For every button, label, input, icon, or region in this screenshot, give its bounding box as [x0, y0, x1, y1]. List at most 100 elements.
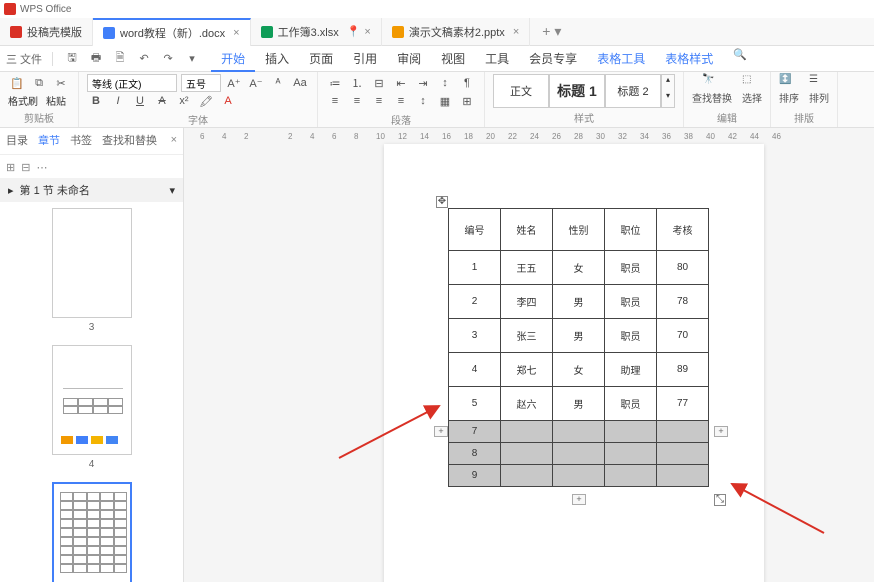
file-menu[interactable]: 三 文件	[6, 50, 42, 68]
cut-icon[interactable]: ✂	[52, 74, 70, 92]
table-cell[interactable]: 80	[657, 251, 709, 285]
table-cell[interactable]	[657, 421, 709, 443]
justify-icon[interactable]: ≡	[392, 92, 410, 110]
nav-tab-section[interactable]: 章节	[38, 132, 60, 148]
table-cell[interactable]: 77	[657, 387, 709, 421]
style-up-icon[interactable]: ▴	[662, 75, 674, 91]
table-cell[interactable]	[605, 443, 657, 465]
indent-inc-icon[interactable]: ⇥	[414, 74, 432, 92]
new-tab-button[interactable]: + ▾	[530, 23, 573, 40]
table-cell[interactable]: 李四	[501, 285, 553, 319]
font-color-button[interactable]: A	[219, 92, 237, 110]
paste-button[interactable]: 粘贴	[46, 93, 66, 108]
sort-icon[interactable]: ↕	[436, 74, 454, 92]
insert-bottom-button[interactable]: +	[572, 494, 586, 505]
document-page[interactable]: ✥ 编号 姓名 性别 职位 考核 1王五女职员80 2李四男职员78 3张三男职…	[384, 144, 764, 582]
search-icon[interactable]: 🔍	[731, 46, 749, 64]
tab-word-doc[interactable]: word教程（新）.docx×	[93, 18, 251, 46]
insert-row-button[interactable]: +	[434, 426, 448, 437]
nav-more-icon[interactable]: ⋯	[36, 161, 47, 174]
sort-button[interactable]: ↕️排序	[779, 74, 799, 105]
borders-icon[interactable]: ⊞	[458, 92, 476, 110]
bold-button[interactable]: B	[87, 92, 105, 110]
table-cell[interactable]: 男	[553, 387, 605, 421]
menu-page[interactable]: 页面	[299, 46, 343, 72]
style-h2[interactable]: 标题 2	[605, 74, 661, 108]
table-cell[interactable]: 4	[449, 353, 501, 387]
symbol-icon[interactable]: ¶	[458, 74, 476, 92]
table-cell[interactable]: 89	[657, 353, 709, 387]
italic-button[interactable]: I	[109, 92, 127, 110]
underline-button[interactable]: U	[131, 92, 149, 110]
table-cell[interactable]: 职员	[605, 319, 657, 353]
close-icon[interactable]: ×	[364, 26, 370, 38]
header-cell[interactable]: 考核	[657, 209, 709, 251]
menu-table-style[interactable]: 表格样式	[655, 46, 723, 72]
page-thumb[interactable]: 3	[6, 208, 177, 333]
highlight-button[interactable]: 🖍	[197, 92, 215, 110]
table-cell[interactable]: 郑七	[501, 353, 553, 387]
table-cell[interactable]	[553, 421, 605, 443]
nav-tab-find[interactable]: 查找和替换	[102, 132, 157, 148]
table-cell[interactable]: 70	[657, 319, 709, 353]
line-spacing-icon[interactable]: ↕	[414, 92, 432, 110]
chevron-down-icon[interactable]: ▾	[183, 50, 201, 68]
table-cell[interactable]: 王五	[501, 251, 553, 285]
shading-icon[interactable]: ▦	[436, 92, 454, 110]
table-cell[interactable]: 女	[553, 353, 605, 387]
table-cell[interactable]: 助理	[605, 353, 657, 387]
find-replace-button[interactable]: 🔭查找替换	[692, 74, 732, 105]
strike-button[interactable]: A	[153, 92, 171, 110]
header-cell[interactable]: 姓名	[501, 209, 553, 251]
table-cell[interactable]	[605, 421, 657, 443]
indent-dec-icon[interactable]: ⇤	[392, 74, 410, 92]
nav-tab-toc[interactable]: 目录	[6, 132, 28, 148]
close-icon[interactable]: ×	[513, 26, 519, 38]
table-cell[interactable]: 3	[449, 319, 501, 353]
table-cell[interactable]: 2	[449, 285, 501, 319]
table-cell[interactable]	[553, 465, 605, 487]
change-case-icon[interactable]: Aa	[291, 74, 309, 92]
table-cell[interactable]: 男	[553, 285, 605, 319]
save-button[interactable]: 🖫	[63, 50, 81, 68]
print-button[interactable]: 🖶	[87, 50, 105, 68]
redo-button[interactable]: ↷	[159, 50, 177, 68]
tab-pptx[interactable]: 演示文稿素材2.pptx×	[382, 18, 530, 46]
superscript-button[interactable]: x²	[175, 92, 193, 110]
nav-del-icon[interactable]: ⊟	[21, 161, 30, 174]
preview-button[interactable]: 🗎	[111, 50, 129, 68]
header-cell[interactable]: 性别	[553, 209, 605, 251]
table-cell[interactable]: 职员	[605, 251, 657, 285]
clear-format-icon[interactable]: ᴬ	[269, 74, 287, 92]
table-cell[interactable]: 职员	[605, 285, 657, 319]
table-resize-handle[interactable]: ⤡	[714, 494, 726, 506]
nav-tab-bookmark[interactable]: 书签	[70, 132, 92, 148]
multilevel-icon[interactable]: ⊟	[370, 74, 388, 92]
decrease-font-icon[interactable]: A⁻	[247, 74, 265, 92]
page-thumb[interactable]: 5	[6, 482, 177, 582]
select-button[interactable]: ⬚选择	[742, 74, 762, 105]
table-cell[interactable]	[657, 443, 709, 465]
style-h1[interactable]: 标题 1	[549, 74, 605, 108]
copy-icon[interactable]: ⧉	[30, 74, 48, 92]
menu-tools[interactable]: 工具	[475, 46, 519, 72]
menu-insert[interactable]: 插入	[255, 46, 299, 72]
table-cell[interactable]	[501, 465, 553, 487]
table-cell[interactable]	[501, 421, 553, 443]
increase-font-icon[interactable]: A⁺	[225, 74, 243, 92]
section-header[interactable]: ▸第 1 节 未命名▾	[0, 178, 183, 202]
nav-add-icon[interactable]: ⊞	[6, 161, 15, 174]
numbering-icon[interactable]: ⒈	[348, 74, 366, 92]
insert-col-button[interactable]: +	[714, 426, 728, 437]
format-painter[interactable]: 格式刷	[8, 93, 38, 108]
table-cell[interactable]: 78	[657, 285, 709, 319]
align-right-icon[interactable]: ≡	[370, 92, 388, 110]
align-left-icon[interactable]: ≡	[326, 92, 344, 110]
pin-icon[interactable]: 📍	[347, 25, 361, 38]
table-cell[interactable]: 5	[449, 387, 501, 421]
tab-xlsx[interactable]: 工作簿3.xlsx📍×	[251, 18, 382, 46]
header-cell[interactable]: 编号	[449, 209, 501, 251]
bullets-icon[interactable]: ≔	[326, 74, 344, 92]
header-cell[interactable]: 职位	[605, 209, 657, 251]
close-icon[interactable]: ×	[233, 27, 239, 39]
